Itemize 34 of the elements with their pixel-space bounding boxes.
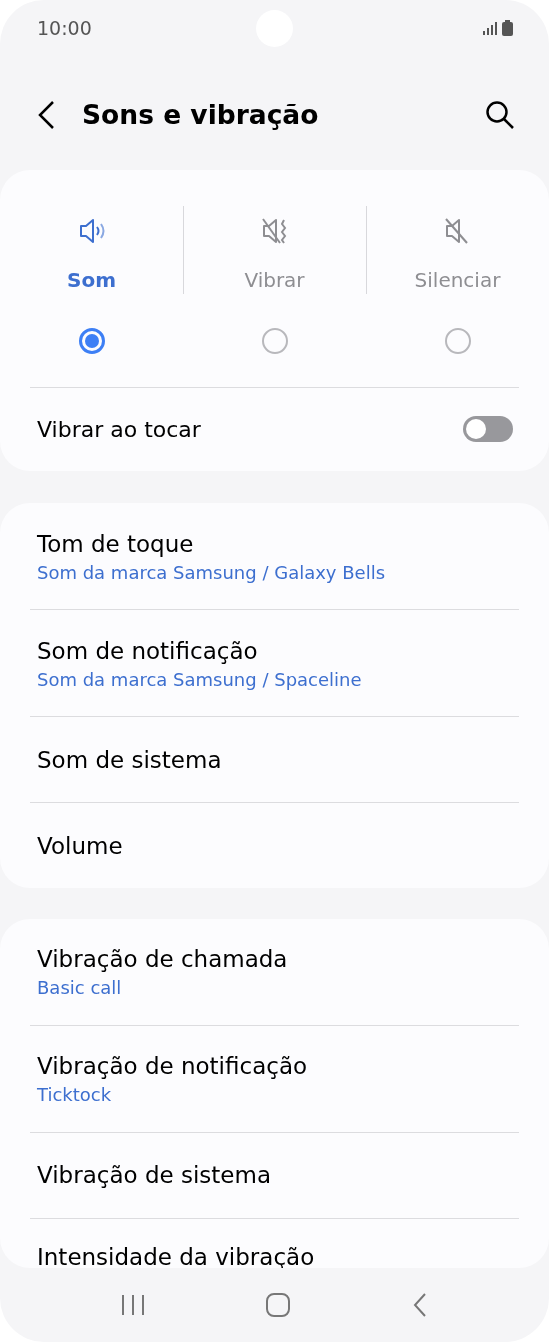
settings-item[interactable]: Vibração de chamada Basic call [0, 918, 549, 1025]
status-time: 10:00 [37, 16, 92, 39]
settings-item[interactable]: Som de notificação Som da marca Samsung / Spaceline [0, 610, 549, 717]
item-subtitle: Som da marca Samsung / Galaxy Bells [37, 561, 387, 583]
setting-label: Vibrar ao tocar [37, 416, 202, 442]
toggle-switch[interactable] [463, 416, 513, 443]
settings-item[interactable]: Vibração de sistema [0, 1132, 549, 1218]
settings-item[interactable]: Volume [0, 803, 549, 888]
signal-icon [482, 20, 498, 35]
item-title: Volume [37, 831, 124, 860]
item-title: Som de notificação [37, 636, 259, 665]
settings-item[interactable]: Tom de toque Som da marca Samsung / Galaxy Bells [0, 503, 549, 610]
recents-icon[interactable] [119, 1293, 146, 1317]
item-title: Tom de toque [37, 529, 195, 558]
settings-item[interactable]: Intensidade da vibração [0, 1218, 549, 1268]
item-subtitle: Basic call [37, 977, 123, 999]
item-title: Vibração de chamada [37, 945, 289, 974]
item-subtitle: Som da marca Samsung / Spaceline [37, 668, 363, 690]
radio-button[interactable] [78, 327, 105, 354]
radio-button[interactable] [444, 327, 471, 354]
search-icon[interactable] [485, 99, 515, 130]
item-title: Intensidade da vibração [37, 1242, 316, 1268]
back-icon[interactable] [36, 99, 56, 130]
radio-button[interactable] [261, 327, 288, 354]
home-icon[interactable] [265, 1292, 292, 1318]
item-title: Vibração de sistema [37, 1161, 272, 1190]
battery-icon [502, 19, 513, 36]
settings-item[interactable]: Som de sistema [0, 717, 549, 803]
item-subtitle: Ticktock [37, 1084, 113, 1106]
item-title: Vibração de notificação [37, 1052, 309, 1081]
mode-label[interactable]: Som [67, 267, 116, 292]
item-title: Som de sistema [37, 745, 223, 774]
page-title: Sons e vibração [82, 99, 320, 131]
settings-item[interactable]: Vibração de notificação Ticktock [0, 1025, 549, 1132]
